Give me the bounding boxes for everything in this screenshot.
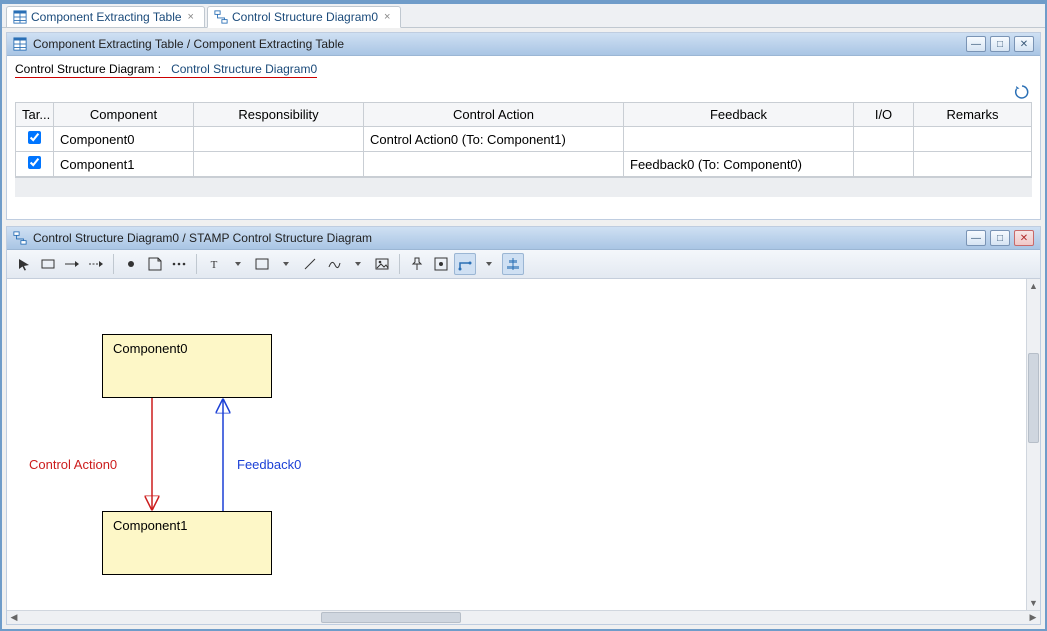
cell-responsibility[interactable] bbox=[194, 127, 364, 152]
tool-arrow-dashed[interactable] bbox=[85, 253, 107, 275]
horizontal-scrollbar[interactable]: ◀ ▶ bbox=[7, 610, 1040, 624]
tab-close-icon[interactable]: × bbox=[382, 11, 392, 23]
cell-feedback[interactable]: Feedback0 (To: Component0) bbox=[624, 152, 854, 177]
tool-text-dropdown[interactable] bbox=[227, 253, 249, 275]
scroll-down-arrow[interactable]: ▼ bbox=[1027, 596, 1040, 610]
diagram-panel: Control Structure Diagram0 / STAMP Contr… bbox=[6, 226, 1041, 625]
link-value[interactable]: Control Structure Diagram0 bbox=[171, 62, 317, 76]
maximize-button[interactable]: □ bbox=[990, 36, 1010, 52]
toolbar-separator bbox=[399, 254, 400, 274]
cell-remarks[interactable] bbox=[914, 152, 1032, 177]
cet-panel-titlebar[interactable]: Component Extracting Table / Component E… bbox=[7, 33, 1040, 56]
maximize-button[interactable]: □ bbox=[990, 230, 1010, 246]
scroll-thumb[interactable] bbox=[1028, 353, 1039, 443]
cell-component[interactable]: Component1 bbox=[54, 152, 194, 177]
feedback-label[interactable]: Feedback0 bbox=[237, 457, 301, 472]
diagram-icon bbox=[13, 231, 27, 245]
scroll-track[interactable] bbox=[1027, 293, 1040, 596]
tool-freehand[interactable] bbox=[323, 253, 345, 275]
close-button[interactable]: ✕ bbox=[1014, 230, 1034, 246]
link-prefix: Control Structure Diagram : bbox=[15, 62, 161, 76]
tool-line[interactable] bbox=[299, 253, 321, 275]
minimize-button[interactable]: — bbox=[966, 230, 986, 246]
table-icon bbox=[13, 10, 27, 24]
control-action-label[interactable]: Control Action0 bbox=[29, 457, 117, 472]
tool-rect-dropdown[interactable] bbox=[275, 253, 297, 275]
tool-pin[interactable] bbox=[406, 253, 428, 275]
diagram-panel-titlebar[interactable]: Control Structure Diagram0 / STAMP Contr… bbox=[7, 227, 1040, 250]
table-footer-spacer bbox=[15, 177, 1032, 197]
diagram-icon bbox=[214, 10, 228, 24]
cell-control-action[interactable] bbox=[364, 152, 624, 177]
tab-label: Control Structure Diagram0 bbox=[232, 10, 378, 24]
toolbar-separator bbox=[113, 254, 114, 274]
vertical-scrollbar[interactable]: ▲ ▼ bbox=[1026, 279, 1040, 610]
col-remarks[interactable]: Remarks bbox=[914, 103, 1032, 127]
col-control-action[interactable]: Control Action bbox=[364, 103, 624, 127]
component-box-c0[interactable]: Component0 bbox=[102, 334, 272, 398]
scroll-left-arrow[interactable]: ◀ bbox=[7, 611, 21, 625]
toolbar-separator bbox=[196, 254, 197, 274]
col-responsibility[interactable]: Responsibility bbox=[194, 103, 364, 127]
diagram-toolbar: T bbox=[7, 250, 1040, 279]
tool-arrow-solid[interactable] bbox=[61, 253, 83, 275]
diagram-title-text: Control Structure Diagram0 / STAMP Contr… bbox=[33, 231, 960, 245]
tool-select[interactable] bbox=[13, 253, 35, 275]
tool-image[interactable] bbox=[371, 253, 393, 275]
tool-rect[interactable] bbox=[251, 253, 273, 275]
cet-panel: Component Extracting Table / Component E… bbox=[6, 32, 1041, 220]
tool-freehand-dropdown[interactable] bbox=[347, 253, 369, 275]
tool-orthogonal-dropdown[interactable] bbox=[478, 253, 500, 275]
scroll-up-arrow[interactable]: ▲ bbox=[1027, 279, 1040, 293]
cell-responsibility[interactable] bbox=[194, 152, 364, 177]
tool-point[interactable] bbox=[120, 253, 142, 275]
tab-label: Component Extracting Table bbox=[31, 10, 182, 24]
cet-title-text: Component Extracting Table / Component E… bbox=[33, 37, 960, 51]
tool-align[interactable] bbox=[502, 253, 524, 275]
minimize-button[interactable]: — bbox=[966, 36, 986, 52]
close-button[interactable]: ✕ bbox=[1014, 36, 1034, 52]
refresh-icon[interactable] bbox=[1014, 84, 1030, 100]
table-row[interactable]: Component1 Feedback0 (To: Component0) bbox=[16, 152, 1032, 177]
cell-io[interactable] bbox=[854, 152, 914, 177]
scroll-right-arrow[interactable]: ▶ bbox=[1026, 611, 1040, 625]
tool-more[interactable] bbox=[168, 253, 190, 275]
cell-remarks[interactable] bbox=[914, 127, 1032, 152]
diagram-canvas[interactable]: Component0 Component1 Control Action0 Fe… bbox=[7, 279, 1026, 610]
tool-orthogonal-line[interactable] bbox=[454, 253, 476, 275]
table-row[interactable]: Component0 Control Action0 (To: Componen… bbox=[16, 127, 1032, 152]
tool-component-rect[interactable] bbox=[37, 253, 59, 275]
linked-diagram-field: Control Structure Diagram : Control Stru… bbox=[15, 62, 317, 78]
tool-text[interactable]: T bbox=[203, 253, 225, 275]
target-checkbox[interactable] bbox=[28, 131, 41, 144]
col-target[interactable]: Tar... bbox=[16, 103, 54, 127]
col-feedback[interactable]: Feedback bbox=[624, 103, 854, 127]
tab-component-extracting-table[interactable]: Component Extracting Table × bbox=[6, 6, 205, 27]
scroll-thumb[interactable] bbox=[321, 612, 461, 623]
component-label: Component0 bbox=[113, 341, 187, 356]
component-label: Component1 bbox=[113, 518, 187, 533]
table-icon bbox=[13, 37, 27, 51]
col-io[interactable]: I/O bbox=[854, 103, 914, 127]
scroll-track[interactable] bbox=[21, 611, 1026, 624]
tab-close-icon[interactable]: × bbox=[186, 11, 196, 23]
component-box-c1[interactable]: Component1 bbox=[102, 511, 272, 575]
cell-io[interactable] bbox=[854, 127, 914, 152]
editor-tab-bar: Component Extracting Table × Control Str… bbox=[2, 4, 1045, 28]
cell-control-action[interactable]: Control Action0 (To: Component1) bbox=[364, 127, 624, 152]
target-checkbox[interactable] bbox=[28, 156, 41, 169]
panels-container: Component Extracting Table / Component E… bbox=[2, 28, 1045, 629]
tool-note[interactable] bbox=[144, 253, 166, 275]
col-component[interactable]: Component bbox=[54, 103, 194, 127]
cell-component[interactable]: Component0 bbox=[54, 127, 194, 152]
tool-center[interactable] bbox=[430, 253, 452, 275]
cell-feedback[interactable] bbox=[624, 127, 854, 152]
tab-control-structure-diagram[interactable]: Control Structure Diagram0 × bbox=[207, 6, 402, 28]
component-table: Tar... Component Responsibility Control … bbox=[15, 102, 1032, 177]
svg-text:T: T bbox=[211, 259, 218, 270]
